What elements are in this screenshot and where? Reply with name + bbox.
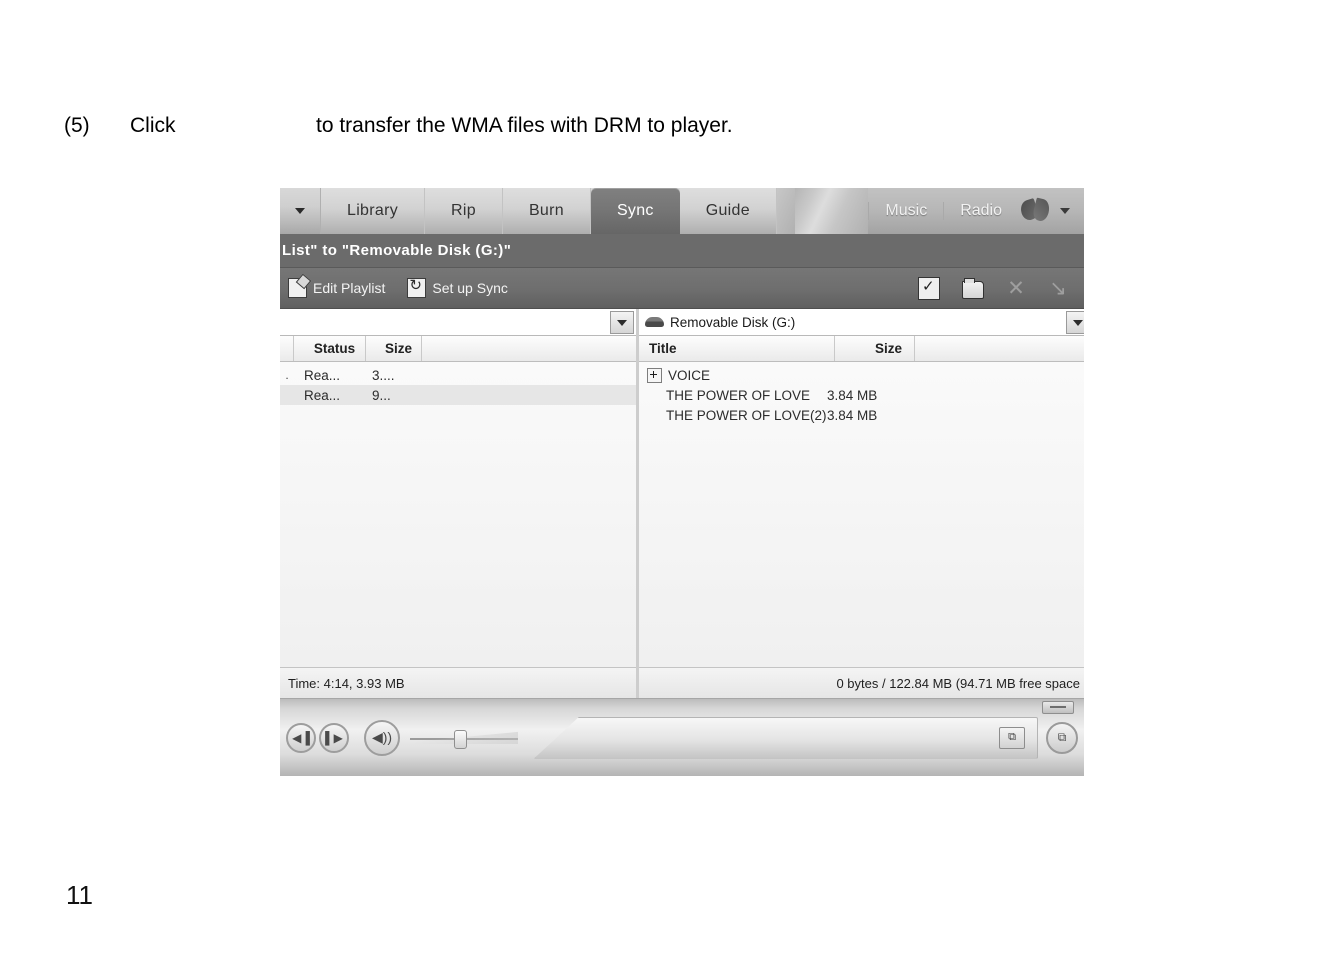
tab-bar-menu-button[interactable] xyxy=(280,188,321,234)
toolbar-right-icons: ✕ ↘ xyxy=(918,276,1074,300)
left-pane-combo-button[interactable] xyxy=(610,311,634,334)
left-pane-rows: . Rea... 3.... Rea... 9... xyxy=(280,362,636,667)
tab-guide[interactable]: Guide xyxy=(679,188,777,234)
tab-rip[interactable]: Rip xyxy=(425,188,503,234)
windows-media-player-screenshot: Library Rip Burn Sync Guide Music Radio … xyxy=(280,188,1084,776)
list-item[interactable]: THE POWER OF LOVE(2) 3.84 MB xyxy=(639,405,1084,425)
item-size: 3.84 MB xyxy=(827,387,878,403)
item-title: THE POWER OF LOVE(2) xyxy=(666,407,827,423)
device-label: Removable Disk (G:) xyxy=(670,314,796,330)
now-playing-icon[interactable]: ⧉ xyxy=(1046,721,1078,754)
right-column-headers: Title Size xyxy=(639,336,1084,362)
butterfly-logo-icon xyxy=(1018,197,1054,224)
row-status: Rea... xyxy=(304,387,341,403)
col-header-size[interactable]: Size xyxy=(366,336,422,361)
setup-sync-button[interactable]: Set up Sync xyxy=(407,276,508,298)
col-header-status[interactable]: Status xyxy=(294,336,366,361)
instruction-line: (5) Click to transfer the WMA files with… xyxy=(64,114,733,138)
device-selector-button[interactable] xyxy=(1066,311,1084,334)
row-status: Rea... xyxy=(304,367,341,383)
left-col-spacer xyxy=(280,336,294,361)
step-number: (5) xyxy=(64,114,90,137)
tab-burn[interactable]: Burn xyxy=(502,188,591,234)
left-pane: Status Size . Rea... 3.... Rea... 9... T… xyxy=(280,309,639,698)
removable-disk-icon xyxy=(645,317,664,327)
item-size: 3.84 MB xyxy=(827,407,878,423)
device-selector[interactable]: Removable Disk (G:) xyxy=(639,309,1084,336)
caret-down-icon[interactable] xyxy=(1060,208,1070,214)
col-header-title[interactable]: Title xyxy=(639,336,835,361)
diagonal-arrow-icon[interactable]: ↘ xyxy=(1048,278,1068,299)
volume-slider[interactable] xyxy=(410,727,520,749)
close-icon[interactable]: ✕ xyxy=(1006,278,1026,299)
volume-slider-thumb[interactable] xyxy=(454,729,467,749)
left-pane-combo[interactable] xyxy=(280,309,636,336)
left-pane-status: Time: 4:14, 3.93 MB xyxy=(280,667,636,698)
left-column-headers: Status Size xyxy=(280,336,636,362)
tab-sync[interactable]: Sync xyxy=(590,188,680,234)
tab-bar-spacer xyxy=(776,188,869,234)
page-number: 11 xyxy=(66,880,93,910)
row-bullet: . xyxy=(285,368,289,382)
col-header-size[interactable]: Size xyxy=(835,336,915,361)
list-item[interactable]: VOICE xyxy=(639,365,1084,385)
row-size: 9... xyxy=(372,387,391,403)
item-title: THE POWER OF LOVE xyxy=(666,387,811,403)
previous-track-icon[interactable]: ◀▐ xyxy=(286,722,316,753)
wmp-command-toolbar: Edit Playlist Set up Sync ✕ ↘ xyxy=(280,268,1084,309)
instruction-text: to transfer the WMA files with DRM to pl… xyxy=(316,114,733,137)
table-row[interactable]: Rea... 9... xyxy=(280,385,636,405)
item-title: VOICE xyxy=(668,367,711,383)
expand-plus-icon[interactable] xyxy=(647,367,662,383)
wmp-tab-bar: Library Rip Burn Sync Guide Music Radio xyxy=(280,188,1084,234)
sync-title-bar: List" to "Removable Disk (G:)" xyxy=(280,234,1084,268)
volume-speaker-icon[interactable]: ◀)) xyxy=(364,719,400,756)
wmp-player-controls: ◀▐ ▌▶ ◀)) ⧉ ⧉ xyxy=(280,698,1084,776)
switch-to-full-mode-icon[interactable]: ⧉ xyxy=(999,726,1025,749)
tab-library[interactable]: Library xyxy=(321,188,426,234)
right-pane-status: 0 bytes / 122.84 MB (94.71 MB free space xyxy=(639,667,1084,698)
link-music[interactable]: Music xyxy=(868,202,943,220)
click-word: Click xyxy=(130,114,176,137)
caret-down-icon xyxy=(295,208,305,214)
checked-document-icon[interactable] xyxy=(918,276,940,300)
resize-handle-icon[interactable] xyxy=(1042,701,1074,714)
setup-sync-label: Set up Sync xyxy=(432,280,508,296)
chevron-down-icon xyxy=(617,319,627,326)
next-track-icon[interactable]: ▌▶ xyxy=(319,722,349,753)
list-item[interactable]: THE POWER OF LOVE 3.84 MB xyxy=(639,385,1084,405)
setup-sync-icon xyxy=(407,276,427,298)
edit-playlist-icon xyxy=(288,278,307,298)
tab-bar-links: Music Radio xyxy=(868,188,1084,234)
seek-bar-area[interactable]: ⧉ xyxy=(534,716,1038,759)
right-pane: Removable Disk (G:) Title Size VOICE THE… xyxy=(639,309,1084,698)
link-radio[interactable]: Radio xyxy=(943,202,1018,220)
wmp-sync-panes: Status Size . Rea... 3.... Rea... 9... T… xyxy=(280,309,1084,698)
open-folder-icon[interactable] xyxy=(962,277,984,299)
row-size: 3.... xyxy=(372,367,395,383)
edit-playlist-label: Edit Playlist xyxy=(313,280,386,296)
right-pane-rows: VOICE THE POWER OF LOVE 3.84 MB THE POWE… xyxy=(639,362,1084,667)
chevron-down-icon xyxy=(1073,319,1083,326)
edit-playlist-button[interactable]: Edit Playlist xyxy=(288,278,385,298)
table-row[interactable]: . Rea... 3.... xyxy=(280,365,636,385)
